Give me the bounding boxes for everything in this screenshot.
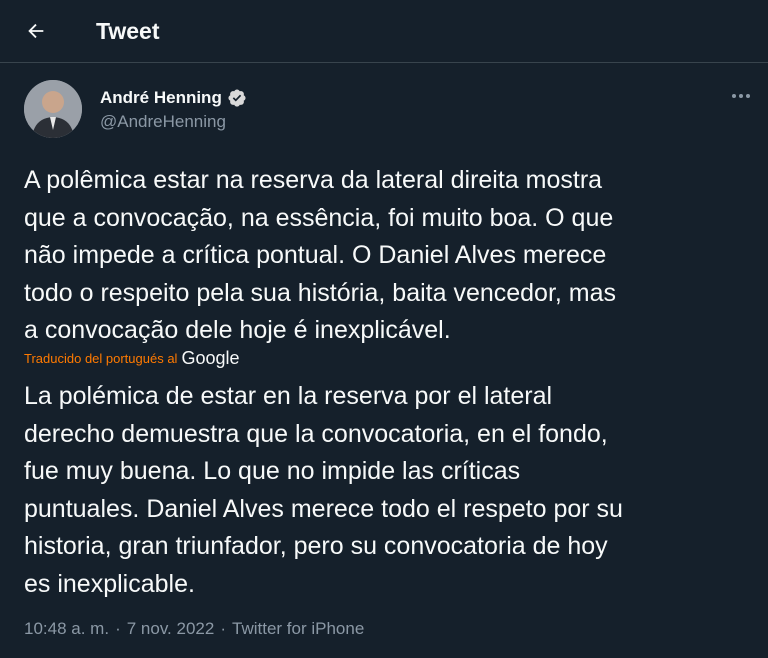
avatar[interactable] xyxy=(24,80,82,138)
arrow-left-icon xyxy=(28,23,44,39)
header-bar: Tweet xyxy=(0,0,768,63)
page-title: Tweet xyxy=(96,18,160,44)
author-handle[interactable]: @AndreHenning xyxy=(100,112,226,132)
google-logo: Google xyxy=(181,347,240,368)
tweet-text-line: não impede a crítica pontual. O Daniel A… xyxy=(24,241,607,269)
meta-separator: · xyxy=(115,619,121,638)
tweet-metadata: 10:48 a. m. · 7 nov. 2022 · Twitter for … xyxy=(24,618,364,640)
translation-attribution: Traducido del portugués al Google xyxy=(24,347,240,369)
tweet-date[interactable]: 7 nov. 2022 xyxy=(127,619,215,639)
translated-text: La polémica de estar en la reserva por e… xyxy=(24,378,754,603)
translated-text-line: derecho demuestra que la convocatoria, e… xyxy=(24,419,608,448)
tweet-time[interactable]: 10:48 a. m. xyxy=(24,619,109,639)
translated-text-line: La polémica de estar en la reserva por e… xyxy=(24,382,553,410)
more-dots-icon xyxy=(732,94,750,98)
back-button[interactable] xyxy=(18,15,54,47)
tweet-text-line: todo o respeito pela sua história, baita… xyxy=(24,278,617,307)
author-name-row: André Henning xyxy=(100,86,247,110)
tweet-text-line: a convocação dele hoje é inexplicável. xyxy=(24,316,451,344)
more-options-button[interactable] xyxy=(726,86,756,106)
tweet-text: A polêmica estar na reserva da lateral d… xyxy=(24,162,754,350)
translated-text-line: fue muy buena. Lo que no impide las crít… xyxy=(24,457,521,485)
verified-badge-icon xyxy=(228,89,246,107)
meta-separator: · xyxy=(220,619,226,638)
translated-text-line: puntuales. Daniel Alves merece todo el r… xyxy=(24,494,623,523)
translated-text-line: historia, gran triunfador, pero su convo… xyxy=(24,532,608,560)
avatar-image xyxy=(24,80,82,138)
tweet-text-line: A polêmica estar na reserva da lateral d… xyxy=(24,166,603,194)
translated-text-line: es inexplicable. xyxy=(24,569,195,598)
tweet-source[interactable]: Twitter for iPhone xyxy=(232,619,364,639)
tweet-text-line: que a convocação, na essência, foi muito… xyxy=(24,203,614,232)
author-name[interactable]: André Henning xyxy=(100,88,222,108)
translated-from-label: Traducido del portugués al xyxy=(24,350,178,366)
